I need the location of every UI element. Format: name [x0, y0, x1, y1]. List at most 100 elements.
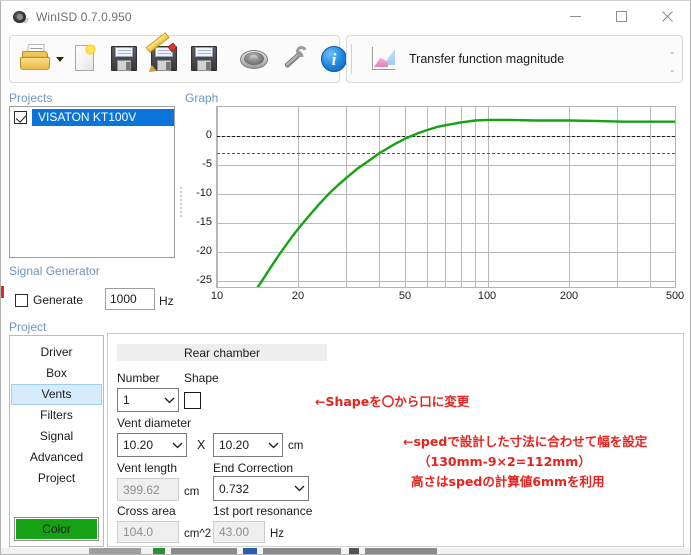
- nav-item-project[interactable]: Project: [11, 468, 102, 489]
- project-item-label[interactable]: VISATON KT100V: [32, 109, 174, 126]
- x-tick-label: 10: [210, 290, 224, 302]
- nav-item-box[interactable]: Box: [11, 363, 102, 384]
- y-tick-label: -25: [196, 274, 212, 286]
- toolbar-main-group: i: [9, 32, 362, 83]
- vent-diameter-a-select[interactable]: 10.20: [117, 433, 187, 457]
- generate-checkbox[interactable]: [15, 293, 28, 307]
- x-tick-label: 20: [291, 290, 305, 302]
- nav-item-signal[interactable]: Signal: [11, 426, 102, 447]
- floppy-pencil-icon: [145, 32, 181, 76]
- chevron-down-icon: [290, 485, 308, 492]
- graph-panel: 0 -5 -10 -15 -20 -25 10 20 50 100 200 50…: [185, 105, 684, 315]
- number-select[interactable]: 1: [117, 388, 179, 412]
- chevron-down-icon: [56, 56, 64, 62]
- frequency-unit-label: Hz: [159, 294, 174, 308]
- list-item[interactable]: VISATON KT100V: [12, 109, 174, 126]
- minimize-button[interactable]: [552, 1, 598, 32]
- graph-section-label: Graph: [185, 91, 219, 105]
- color-button[interactable]: Color: [14, 517, 99, 541]
- new-document-icon: [67, 42, 101, 76]
- y-tick-label: -5: [202, 158, 212, 170]
- end-correction-label: End Correction: [213, 461, 294, 475]
- y-tick-label: -15: [196, 216, 212, 228]
- speaker-icon: [12, 9, 30, 25]
- vent-diameter-unit: cm: [288, 440, 304, 452]
- end-correction-value: 0.732: [219, 481, 250, 496]
- open-project-button[interactable]: [16, 37, 56, 81]
- red-marker: [1, 286, 4, 298]
- vent-length-value: 399.62: [117, 478, 179, 501]
- number-label: Number: [117, 371, 160, 385]
- save-project-button[interactable]: [104, 37, 144, 81]
- graph-scroll-up[interactable]: -: [670, 48, 674, 59]
- x-tick-label: 50: [398, 290, 412, 302]
- vent-diameter-b-value: 10.20: [219, 438, 250, 452]
- floppy-save-as-icon: [187, 42, 221, 76]
- end-correction-select[interactable]: 0.732: [213, 476, 309, 501]
- y-tick-label: -10: [196, 187, 212, 199]
- transfer-function-plot[interactable]: [216, 106, 676, 288]
- save-as-project-button[interactable]: [184, 37, 224, 81]
- shape-label: Shape: [184, 371, 219, 385]
- maximize-button[interactable]: [598, 1, 644, 32]
- width-annotation-line-3: 高さはspedの計算値6mmを利用: [411, 474, 605, 489]
- port-resonance-value: 43.00: [213, 521, 265, 543]
- transfer-function-label: Transfer function magnitude: [409, 52, 565, 66]
- vent-length-unit: cm: [184, 486, 200, 498]
- vents-panel: Rear chamber Number Shape 1 ←Shapeを〇から口に…: [107, 333, 684, 547]
- width-annotation-line-2: （130mm-9×2=112mm）: [418, 454, 591, 469]
- open-folder-icon: [19, 42, 53, 76]
- port-resonance-unit: Hz: [270, 528, 285, 540]
- toolbar-separator: [351, 44, 352, 74]
- cross-area-unit: cm^2: [184, 528, 212, 540]
- nav-item-driver[interactable]: Driver: [11, 342, 102, 363]
- winisd-window: WinISD 0.7.0.950 i Transfer function mag…: [0, 0, 691, 555]
- width-annotation-line-1: ←spedで設計した寸法に合わせて幅を設定: [403, 434, 648, 449]
- new-project-button[interactable]: [64, 37, 104, 81]
- vent-diameter-a-value: 10.20: [123, 438, 154, 452]
- shape-annotation: ←Shapeを〇から口に変更: [315, 394, 470, 409]
- close-icon: [661, 11, 673, 22]
- x-tick-label: 100: [477, 290, 497, 302]
- y-tick-label: -20: [196, 245, 212, 257]
- project-enabled-checkbox[interactable]: [14, 111, 27, 124]
- preferences-button[interactable]: [274, 37, 314, 81]
- vent-length-label: Vent length: [117, 461, 178, 475]
- x-tick-label: 200: [559, 290, 579, 302]
- floppy-save-icon: [107, 42, 141, 76]
- cross-area-value: 104.0: [117, 521, 179, 543]
- window-controls: [552, 1, 690, 32]
- projects-list[interactable]: VISATON KT100V: [9, 106, 175, 258]
- chevron-down-icon: [160, 397, 178, 404]
- nav-item-filters[interactable]: Filters: [11, 405, 102, 426]
- port-resonance-label: 1st port resonance: [213, 504, 313, 518]
- transfer-function-button[interactable]: [365, 37, 401, 81]
- nav-item-vents[interactable]: Vents: [11, 384, 102, 405]
- close-button[interactable]: [644, 1, 690, 32]
- chevron-down-icon: [168, 442, 186, 449]
- window-title: WinISD 0.7.0.950: [36, 9, 132, 24]
- project-section-label: Project: [9, 320, 47, 334]
- vertical-splitter-grip[interactable]: [178, 187, 183, 217]
- driver-editor-button[interactable]: [234, 37, 274, 81]
- rear-chamber-tab[interactable]: Rear chamber: [117, 344, 327, 361]
- signal-generator-section-label: Signal Generator: [9, 264, 100, 278]
- graph-scroll-down[interactable]: -: [670, 66, 674, 77]
- open-project-dropdown[interactable]: [56, 37, 64, 81]
- cross-area-label: Cross area: [117, 504, 176, 518]
- shape-checkbox[interactable]: [184, 392, 201, 409]
- speaker-driver-icon: [237, 42, 271, 76]
- edit-save-project-button[interactable]: [144, 32, 184, 81]
- nav-item-advanced[interactable]: Advanced: [11, 447, 102, 468]
- frequency-input[interactable]: 1000: [105, 288, 155, 310]
- vent-diameter-b-select[interactable]: 10.20: [213, 433, 283, 457]
- x-tick-label: 500: [665, 290, 685, 302]
- generate-row: Generate: [15, 293, 83, 307]
- minimize-icon: [569, 16, 581, 17]
- y-tick-label: 0: [205, 129, 212, 141]
- toolbar-graph-group: Transfer function magnitude - -: [346, 35, 683, 83]
- toolbar: i Transfer function magnitude - -: [9, 32, 683, 83]
- project-nav: Driver Box Vents Filters Signal Advanced…: [9, 335, 104, 547]
- number-value: 1: [123, 393, 130, 407]
- transfer-function-chart-icon: [368, 44, 398, 74]
